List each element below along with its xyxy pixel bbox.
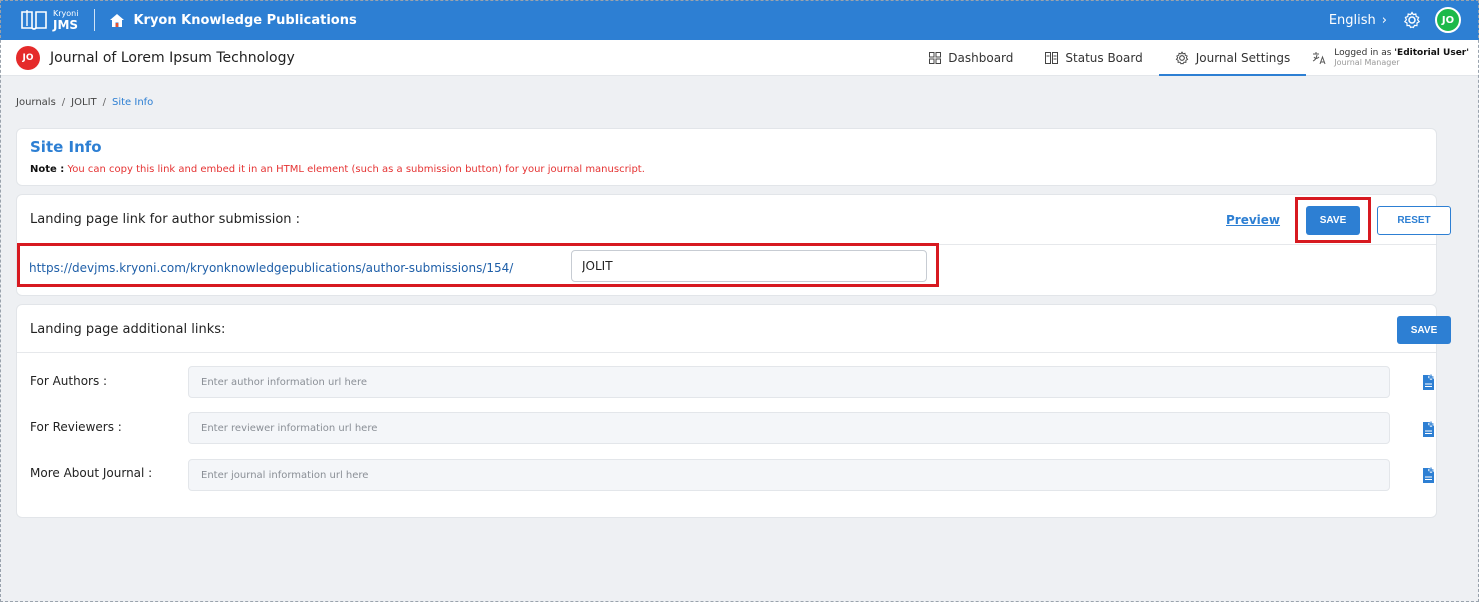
board-icon xyxy=(1045,51,1059,64)
gear-icon[interactable] xyxy=(1403,11,1421,29)
for-authors-label: For Authors : xyxy=(30,374,108,388)
note-text: Note : You can copy this link and embed … xyxy=(30,164,645,175)
main-nav: Dashboard Status Board Journal Settings … xyxy=(913,40,1479,76)
page-title: Site Info xyxy=(30,138,102,156)
reset-button[interactable]: RESET xyxy=(1377,206,1451,235)
journal-slug-input[interactable] xyxy=(571,250,927,282)
logged-prefix: Logged in as xyxy=(1334,47,1395,58)
nav-dashboard[interactable]: Dashboard xyxy=(913,40,1029,76)
breadcrumb-journals[interactable]: Journals xyxy=(16,97,56,108)
logged-user: 'Editorial User' xyxy=(1394,47,1469,58)
journal-url-input[interactable] xyxy=(188,459,1390,491)
brand-small-text: Kryoni xyxy=(53,8,79,18)
journal-title: Journal of Lorem Ipsum Technology xyxy=(50,49,295,66)
breadcrumb: Journals / JOLIT / Site Info xyxy=(16,97,154,108)
additional-links-label: Landing page additional links: xyxy=(30,322,226,337)
preview-link[interactable]: Preview xyxy=(1226,213,1280,227)
nav-dashboard-label: Dashboard xyxy=(948,50,1014,65)
translate-icon xyxy=(1313,51,1326,64)
journal-badge: JO xyxy=(16,45,40,70)
chevron-right-icon: › xyxy=(1381,12,1387,28)
brand-logo[interactable]: Kryoni JMS xyxy=(20,9,78,31)
language-label: English xyxy=(1328,12,1376,28)
organization-name[interactable]: Kryon Knowledge Publications xyxy=(133,13,356,28)
nav-journal-settings[interactable]: Journal Settings xyxy=(1158,40,1307,76)
nav-status-board[interactable]: Status Board xyxy=(1029,40,1158,76)
for-reviewers-label: For Reviewers : xyxy=(30,420,122,434)
breadcrumb-current: Site Info xyxy=(112,97,154,108)
nav-journal-settings-label: Journal Settings xyxy=(1195,50,1291,65)
book-logo-icon xyxy=(20,9,48,31)
save-additional-button[interactable]: SAVE xyxy=(1397,316,1451,344)
more-about-journal-label: More About Journal : xyxy=(30,466,153,480)
reviewer-url-input[interactable] xyxy=(188,412,1390,444)
landing-link-card: Landing page link for author submission … xyxy=(16,194,1451,296)
author-url-input[interactable] xyxy=(188,366,1390,398)
grid-icon xyxy=(929,51,942,64)
nav-status-board-label: Status Board xyxy=(1065,50,1143,65)
add-file-icon[interactable] xyxy=(1421,373,1437,391)
user-avatar[interactable]: JO xyxy=(1435,7,1461,33)
save-button[interactable]: SAVE xyxy=(1306,206,1360,235)
journal-bar: JO Journal of Lorem Ipsum Technology Das… xyxy=(0,40,1479,76)
top-separator xyxy=(94,9,96,31)
logged-role: Journal Manager xyxy=(1334,58,1400,68)
brand-big-text: JMS xyxy=(53,17,79,32)
breadcrumb-jolit[interactable]: JOLIT xyxy=(71,97,96,108)
site-info-card: Site Info Note : You can copy this link … xyxy=(16,128,1437,186)
additional-links-card: Landing page additional links: SAVE For … xyxy=(16,304,1451,518)
logged-in-info: Logged in as 'Editorial User' Journal Ma… xyxy=(1312,48,1469,68)
settings-icon xyxy=(1175,50,1189,64)
add-file-icon[interactable] xyxy=(1421,420,1437,438)
landing-link-label: Landing page link for author submission … xyxy=(30,212,301,227)
home-icon[interactable] xyxy=(109,12,125,28)
language-selector[interactable]: English › xyxy=(1329,13,1387,28)
note-message: You can copy this link and embed it in a… xyxy=(64,164,645,175)
top-bar: Kryoni JMS Kryon Knowledge Publications … xyxy=(0,0,1479,40)
submission-url-prefix: https://devjms.kryoni.com/kryonknowledge… xyxy=(29,261,514,275)
add-file-icon[interactable] xyxy=(1421,466,1437,484)
note-label: Note : xyxy=(30,164,65,175)
